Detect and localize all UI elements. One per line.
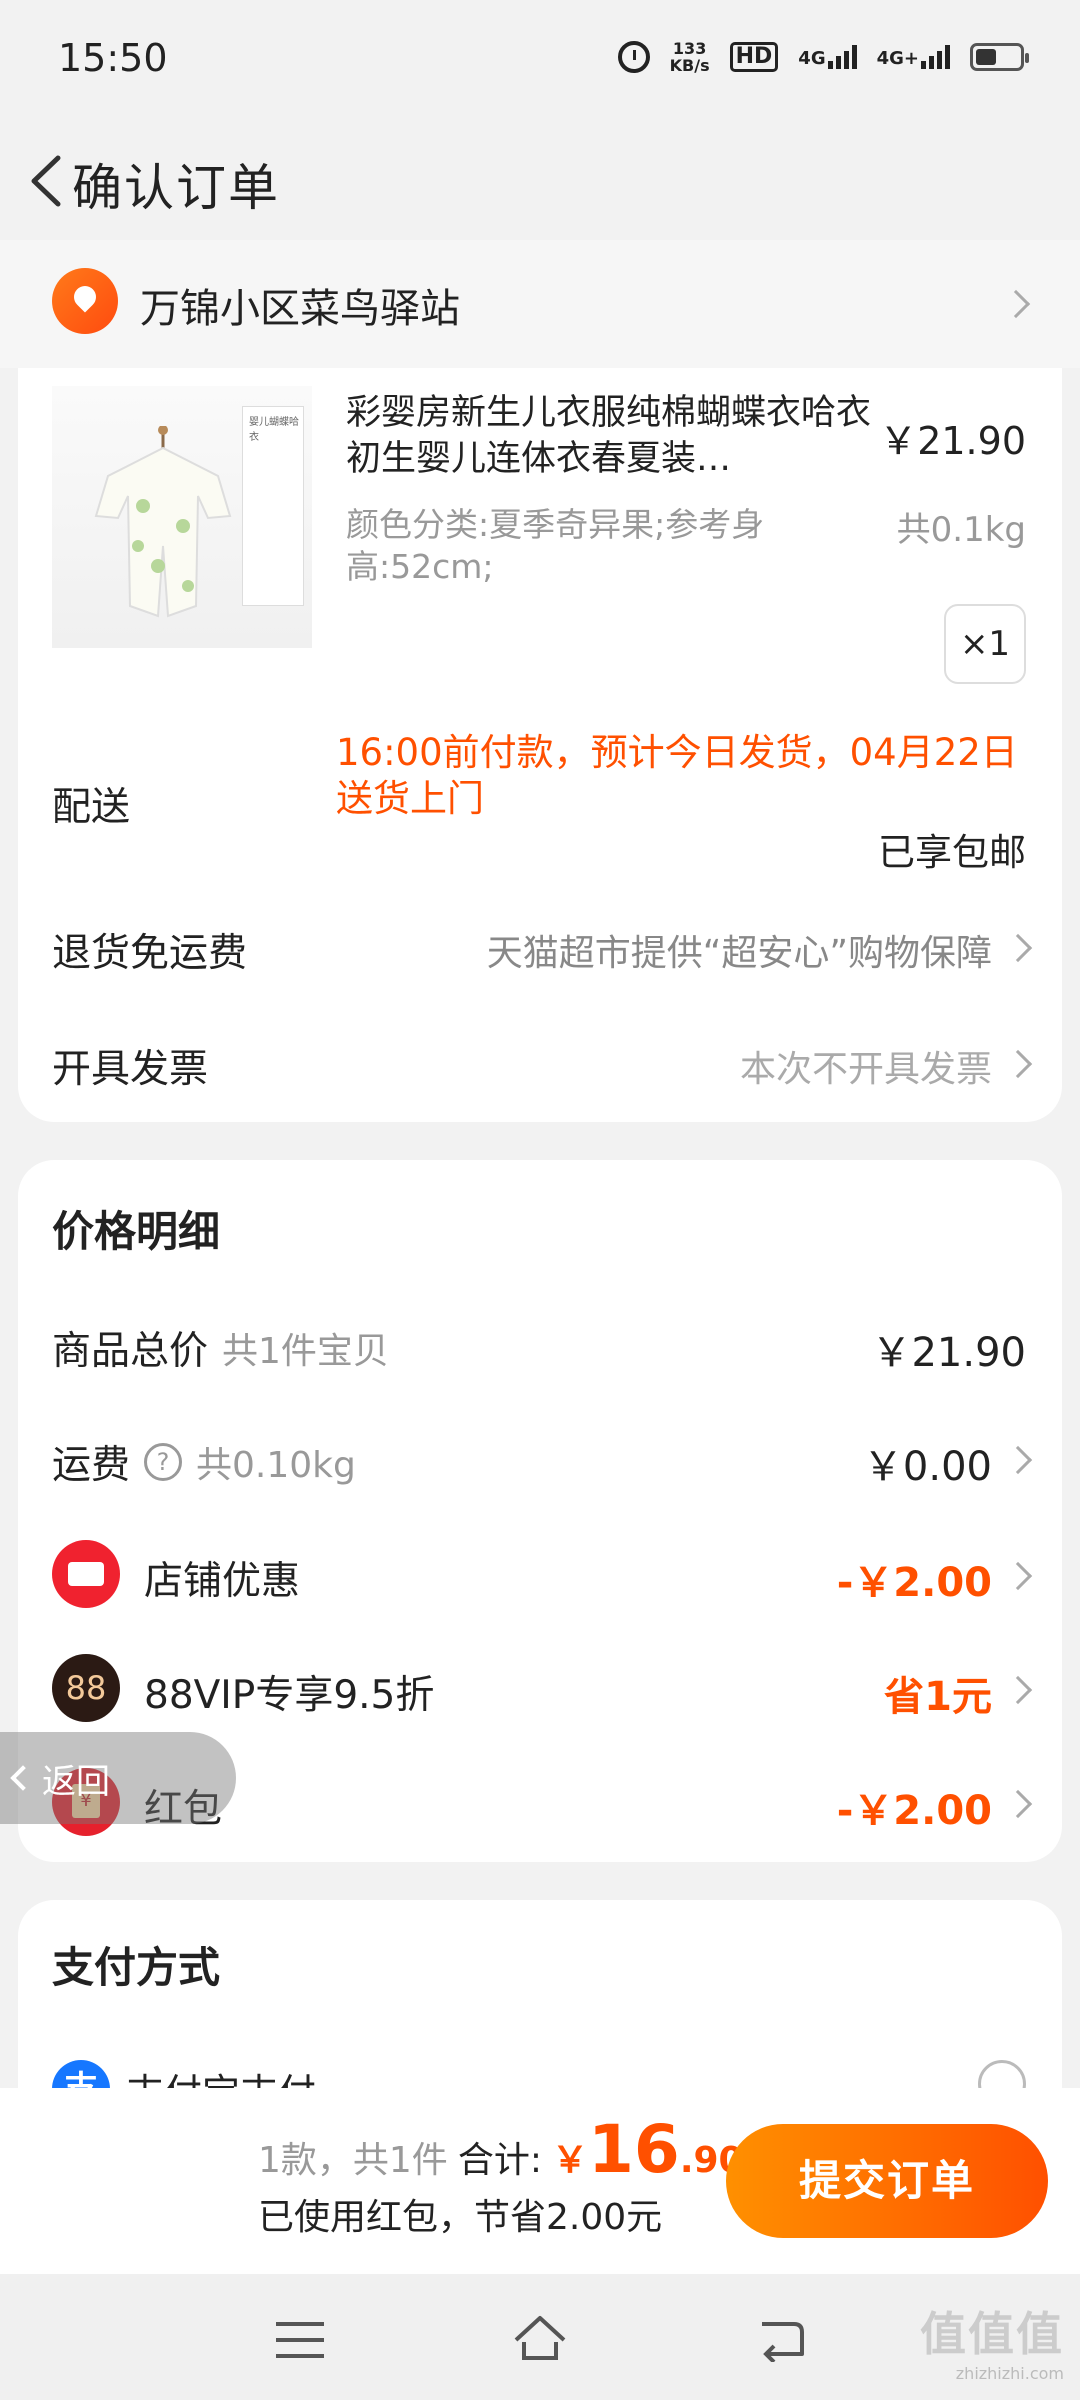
menu-icon[interactable] — [276, 2322, 324, 2358]
red-packet-amount: -￥2.00 — [836, 1788, 992, 1834]
battery-icon — [970, 43, 1029, 71]
header: 确认订单 — [0, 120, 1080, 240]
help-icon[interactable]: ? — [144, 1443, 183, 1481]
return-shipping-label: 退货免运费 — [52, 931, 248, 976]
invoice-label: 开具发票 — [52, 1047, 209, 1092]
delivery-note: 16:00前付款，预计今日发货，04月22日送货上门 — [336, 731, 1018, 820]
packaging-box: 婴儿蝴蝶哈衣 — [242, 406, 304, 606]
signal-sim1-icon: 4G — [798, 45, 857, 69]
home-icon[interactable] — [512, 2312, 568, 2364]
status-icons: 133 KB/s HD 4G 4G+ — [617, 40, 1029, 74]
goods-total-row: 商品总价 共1件宝贝 — [52, 1320, 389, 1376]
product-image[interactable]: 婴儿蝴蝶哈衣 — [52, 386, 312, 648]
shop-discount-label: 店铺优惠 — [144, 1559, 301, 1604]
page-title: 确认订单 — [72, 159, 280, 217]
goods-total-amount: ￥21.90 — [871, 1330, 1026, 1376]
shipping-label: 运费 — [52, 1443, 131, 1488]
floating-back-label: 返回 — [42, 1761, 110, 1802]
total-currency: ￥ — [551, 2140, 588, 2181]
submit-order-button[interactable]: 提交订单 — [726, 2124, 1048, 2238]
goods-total-label: 商品总价 — [52, 1329, 209, 1374]
back-arrow-icon[interactable] — [18, 146, 78, 216]
vip-label: 88VIP专享9.5折 — [144, 1673, 435, 1718]
savings-text: 已使用红包，节省2.00元 — [258, 2197, 663, 2238]
floating-back-button[interactable]: 返回 — [0, 1732, 236, 1824]
shipping-row[interactable]: 运费 ? 共0.10kg — [52, 1434, 356, 1490]
delivery-label: 配送 — [52, 785, 131, 830]
sim1-label: 4G — [798, 48, 826, 69]
vip-savings: 省1元 — [884, 1674, 992, 1720]
signal-sim2-icon: 4G+ — [877, 45, 950, 69]
product-spec: 颜色分类:夏季奇异果;参考身高:52cm; — [346, 505, 765, 586]
free-shipping-text: 已享包邮 — [878, 831, 1026, 874]
payment-card: 支付方式 支 支付宝支付 — [18, 1900, 1062, 2118]
order-card: 婴儿蝴蝶哈衣 彩婴房新生儿衣服纯棉蝴蝶衣哈衣初生婴儿连体衣春夏装… 颜色分类:夏… — [18, 368, 1062, 1122]
goods-total-count: 共1件宝贝 — [222, 1331, 389, 1372]
vip-88-icon: 88 — [52, 1654, 120, 1722]
chevron-left-icon — [10, 1765, 36, 1791]
location-pin-icon — [52, 268, 118, 334]
shop-discount-amount: -￥2.00 — [836, 1560, 992, 1606]
back-nav-icon[interactable] — [754, 2316, 806, 2362]
shipping-amount: ￥0.00 — [862, 1444, 992, 1490]
product-price: ￥21.90 — [879, 419, 1026, 463]
hd-icon: HD — [729, 42, 779, 72]
alarm-icon — [617, 41, 650, 73]
chevron-right-icon — [1003, 933, 1033, 963]
invoice-value: 本次不开具发票 — [739, 1049, 992, 1090]
return-shipping-value: 天猫超市提供“超安心”购物保障 — [486, 933, 992, 974]
item-count: 1款，共1件 — [258, 2140, 448, 2181]
chevron-right-icon — [1001, 289, 1031, 319]
status-time: 15:50 — [58, 36, 168, 80]
watermark: 值值值 zhizhizhi.com — [920, 2298, 1064, 2383]
vip-row[interactable]: 88VIP专享9.5折 — [144, 1664, 434, 1720]
status-bar: 15:50 133 KB/s HD 4G 4G+ — [0, 0, 1080, 120]
order-summary: 1款，共1件 合计: ￥ 16 .90 — [258, 2111, 744, 2188]
shipping-weight: 共0.10kg — [196, 1445, 356, 1486]
onesie-illustration — [94, 426, 232, 618]
chevron-right-icon — [1003, 1675, 1033, 1705]
chevron-right-icon — [1003, 1049, 1033, 1079]
system-nav-bar: 值值值 zhizhizhi.com — [0, 2274, 1080, 2400]
price-detail-title: 价格明细 — [52, 1207, 221, 1256]
total-label: 合计: — [457, 2140, 542, 2181]
net-speed: 133 KB/s — [670, 40, 710, 74]
payment-title: 支付方式 — [52, 1943, 221, 1992]
shop-coupon-icon — [52, 1540, 120, 1608]
shop-discount-row[interactable]: 店铺优惠 — [144, 1550, 300, 1606]
watermark-url: zhizhizhi.com — [955, 2364, 1064, 2383]
chevron-right-icon — [1003, 1445, 1033, 1475]
total-integer: 16 — [587, 2111, 680, 2188]
chevron-right-icon — [1003, 1789, 1033, 1819]
address-row[interactable]: 万锦小区菜鸟驿站 — [0, 240, 1080, 368]
product-weight: 共0.1kg — [896, 510, 1026, 550]
bottom-bar: 1款，共1件 合计: ￥ 16 .90 已使用红包，节省2.00元 提交订单 — [0, 2088, 1080, 2274]
address-text: 万锦小区菜鸟驿站 — [140, 286, 460, 332]
product-title[interactable]: 彩婴房新生儿衣服纯棉蝴蝶衣哈衣初生婴儿连体衣春夏装… — [346, 390, 876, 482]
chevron-right-icon — [1003, 1561, 1033, 1591]
net-speed-unit: KB/s — [669, 56, 710, 75]
sim2-label: 4G+ — [876, 48, 919, 69]
watermark-logo-text: 值值值 — [920, 2307, 1064, 2361]
packaging-label: 婴儿蝴蝶哈衣 — [249, 417, 299, 443]
quantity-button[interactable]: ×1 — [944, 604, 1026, 684]
